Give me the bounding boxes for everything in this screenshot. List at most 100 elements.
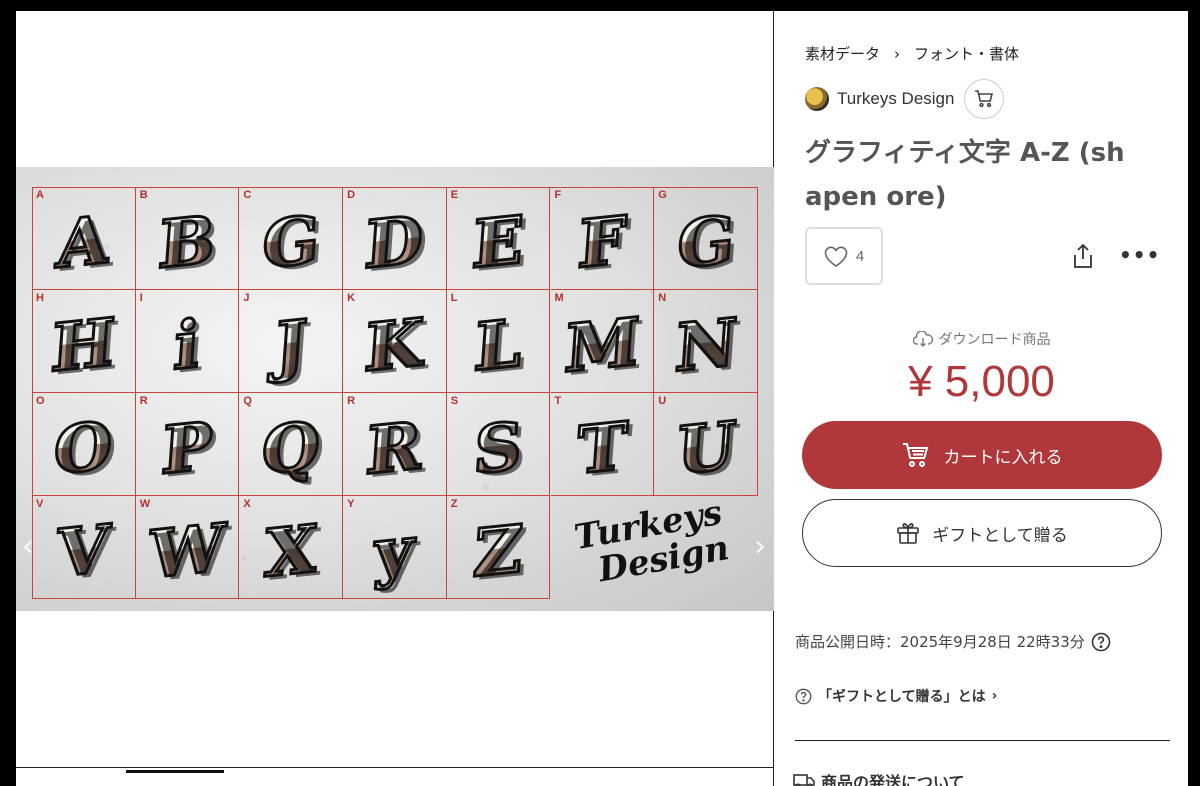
add-to-cart-button[interactable]: カートに入れる: [802, 421, 1162, 489]
published-datetime: 商品公開日時：2025年9月28日 22時33分: [795, 631, 1111, 652]
graffiti-letter: Q: [257, 405, 324, 492]
signature-text: Turkeys Design: [571, 493, 732, 592]
letter-cell-index: Q: [243, 395, 252, 407]
letter-cell-index: T: [554, 395, 562, 407]
letter-cell: RR: [343, 393, 447, 496]
share-icon[interactable]: [1071, 243, 1095, 269]
chevron-right-icon: ›: [894, 44, 901, 63]
download-product-label: ダウンロード商品: [775, 329, 1188, 349]
graffiti-letter: K: [361, 302, 428, 389]
download-label-text: ダウンロード商品: [938, 332, 1051, 348]
product-title-line-1: グラフィティ文字 A-Z (sh: [805, 138, 1125, 168]
graffiti-letter: i: [170, 303, 204, 386]
thumbnail-strip: [16, 767, 774, 786]
letter-cell-index: R: [139, 395, 148, 407]
letter-cell: LL: [446, 290, 551, 393]
letter-cell-index: N: [658, 292, 667, 304]
graffiti-letter: D: [361, 199, 428, 286]
published-text: 商品公開日時：2025年9月28日 22時33分: [795, 633, 1085, 651]
shipping-section-heading[interactable]: 商品の発送について: [793, 769, 965, 786]
graffiti-letter: L: [470, 302, 526, 387]
letter-cell-index: H: [36, 292, 44, 304]
graffiti-letter: J: [271, 303, 311, 387]
graffiti-letter: B: [155, 199, 220, 285]
letter-cell-index: U: [658, 395, 667, 407]
graffiti-letter: A: [53, 199, 113, 285]
gift-button-label: ギフトとして贈る: [932, 525, 1068, 546]
letter-cell: ZZ: [446, 496, 551, 599]
help-icon: [795, 688, 812, 705]
section-divider: [795, 740, 1170, 741]
letter-cell-index: J: [243, 292, 250, 304]
product-title: グラフィティ文字 A-Z (sh apen ore): [805, 131, 1165, 219]
shipping-heading-text: 商品の発送について: [821, 773, 965, 786]
active-thumbnail-indicator[interactable]: [126, 770, 224, 773]
graffiti-letter: y: [371, 509, 418, 594]
letter-cell-index: D: [347, 189, 356, 201]
prev-image-icon[interactable]: ‹: [22, 529, 34, 564]
letter-cell: JJ: [239, 290, 344, 393]
graffiti-letter: N: [671, 302, 741, 389]
signature-tag: Turkeys Design: [551, 493, 758, 599]
letter-cell-index: O: [36, 395, 45, 407]
letter-cell: AA: [32, 187, 136, 290]
graffiti-letter: Z: [469, 508, 526, 594]
product-title-line-2: apen ore): [805, 182, 947, 212]
letter-cell-index: Y: [347, 498, 355, 510]
graffiti-letter: G: [673, 199, 739, 285]
like-button[interactable]: 4: [805, 227, 883, 285]
graffiti-letter: X: [261, 508, 321, 594]
letter-cell-index: S: [450, 395, 459, 407]
gift-icon: [896, 521, 920, 545]
letter-cell-index: A: [36, 189, 44, 201]
breadcrumb-item-subcategory[interactable]: フォント・書体: [914, 43, 1019, 64]
graffiti-letter: O: [50, 405, 117, 492]
graffiti-letter: R: [362, 405, 426, 491]
gift-help-link[interactable]: 「ギフトとして贈る」とは ›: [795, 686, 997, 706]
letter-cell: DD: [343, 187, 447, 290]
like-count: 4: [855, 247, 865, 265]
letter-cell-index: B: [139, 189, 148, 201]
alphabet-grid: AABBCGDDEEFFGGHHIiJJKKLLMMNNOORPQQRRSSTT…: [32, 187, 758, 599]
shop-name-link[interactable]: Turkeys Design: [837, 89, 954, 109]
letter-cell-index: R: [347, 395, 356, 407]
letter-cell: OO: [32, 393, 136, 496]
letter-cell-index: V: [36, 498, 44, 510]
letter-cell-index: E: [450, 189, 459, 201]
letter-cell: SS: [446, 393, 551, 496]
breadcrumb: 素材データ › フォント・書体: [805, 43, 1019, 64]
letter-cell: Ii: [135, 290, 240, 393]
letter-cell: XX: [239, 496, 344, 599]
letter-cell: HH: [32, 290, 136, 393]
letter-cell: MM: [550, 290, 655, 393]
heart-icon: [824, 245, 848, 267]
graffiti-letter: M: [561, 301, 644, 389]
add-to-cart-label: カートに入れる: [943, 447, 1063, 468]
product-main-image[interactable]: AABBCGDDEEFFGGHHIiJJKKLLMMNNOORPQQRRSSTT…: [16, 167, 774, 611]
letter-cell-index: L: [450, 292, 458, 304]
letter-cell-index: I: [139, 292, 143, 304]
product-price: ¥ 5,000: [908, 357, 1055, 406]
cloud-download-icon: [912, 331, 933, 347]
graffiti-letter: T: [573, 405, 631, 491]
next-image-icon[interactable]: ›: [754, 529, 766, 564]
graffiti-letter: W: [145, 507, 229, 595]
letter-cell: GG: [654, 187, 758, 290]
graffiti-letter: P: [158, 405, 217, 491]
more-icon[interactable]: •••: [1119, 243, 1160, 267]
letter-cell: BB: [135, 187, 240, 290]
help-icon[interactable]: [1091, 632, 1111, 652]
shop-avatar[interactable]: [805, 87, 829, 111]
chevron-right-icon: ›: [991, 688, 998, 704]
gift-button[interactable]: ギフトとして贈る: [802, 499, 1162, 567]
image-gallery: AABBCGDDEEFFGGHHIiJJKKLLMMNNOORPQQRRSSTT…: [16, 11, 774, 786]
shop-cart-icon[interactable]: [964, 79, 1005, 119]
letter-cell: TT: [550, 393, 655, 496]
letter-cell: Yy: [343, 496, 447, 599]
letter-cell-index: X: [243, 498, 251, 510]
letter-cell-index: W: [139, 498, 151, 510]
letter-cell-index: K: [347, 292, 356, 304]
letter-cell: NN: [654, 290, 758, 393]
letter-cell-index: M: [554, 292, 564, 304]
breadcrumb-item-category[interactable]: 素材データ: [805, 43, 880, 64]
